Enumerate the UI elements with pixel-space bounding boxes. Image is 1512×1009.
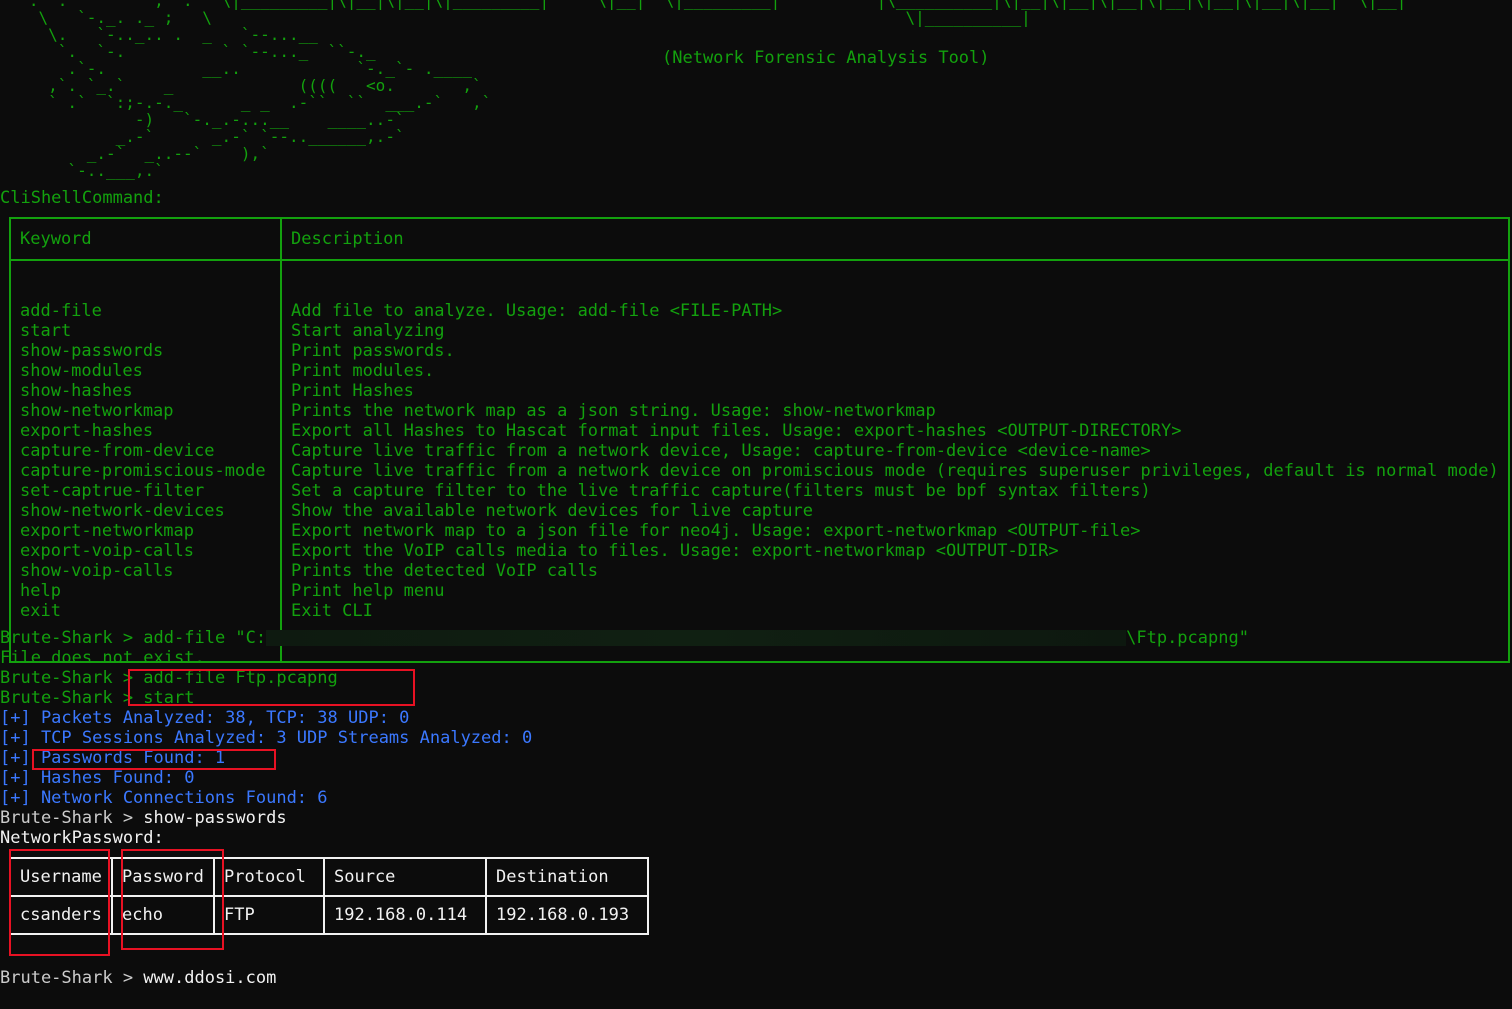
- header-description: Description: [280, 217, 1510, 261]
- stat-line: [+] Packets Analyzed: 38, TCP: 38 UDP: 0: [0, 708, 410, 728]
- command-text: show-passwords: [143, 808, 287, 828]
- header-protocol: Protocol: [213, 857, 325, 897]
- keyword-item: show-hashes: [20, 381, 133, 401]
- keyword-item: show-network-devices: [20, 501, 225, 521]
- description-item: Exit CLI: [291, 601, 373, 621]
- redacted-path: [266, 630, 1127, 646]
- cell-source: 192.168.0.114: [323, 895, 487, 935]
- keyword-item: show-networkmap: [20, 401, 174, 421]
- terminal-line-cmd5[interactable]: Brute-Shark > www.ddosi.com: [0, 968, 276, 988]
- ascii-shark-banner: . . , . \|_________|\|__|\|__|\|________…: [28, 0, 1407, 180]
- description-item: Show the available network devices for l…: [291, 501, 813, 521]
- highlight-box-username: [9, 849, 110, 956]
- description-column: Add file to analyze. Usage: add-file <FI…: [280, 259, 1510, 663]
- keyword-item: export-voip-calls: [20, 541, 194, 561]
- description-item: Capture live traffic from a network devi…: [291, 461, 1499, 481]
- description-item: Export all Hashes to Hascat format input…: [291, 421, 1182, 441]
- description-item: Export the VoIP calls media to files. Us…: [291, 541, 1059, 561]
- prompt: Brute-Shark >: [0, 968, 144, 988]
- highlight-box-password: [121, 849, 224, 950]
- description-item: Print help menu: [291, 581, 445, 601]
- stat-line: [+] Hashes Found: 0: [0, 768, 195, 788]
- keyword-item: export-hashes: [20, 421, 154, 441]
- keyword-item: show-passwords: [20, 341, 164, 361]
- prompt: Brute-Shark >: [0, 628, 144, 648]
- header-keyword: Keyword: [9, 217, 282, 261]
- description-item: Print passwords.: [291, 341, 455, 361]
- command-help-table: Keyword Description add-file start show-pa…: [9, 217, 1510, 663]
- highlight-box-commands: [128, 669, 415, 706]
- description-item: Print Hashes: [291, 381, 414, 401]
- keyword-item: exit: [20, 601, 61, 621]
- header-destination: Destination: [485, 857, 649, 897]
- keyword-item: show-voip-calls: [20, 561, 174, 581]
- tool-subtitle: (Network Forensic Analysis Tool): [662, 48, 990, 68]
- keyword-list: add-file start show-passwords show-modules s…: [20, 301, 271, 621]
- keyword-item: add-file: [20, 301, 102, 321]
- keyword-column: add-file start show-passwords show-modules s…: [9, 259, 282, 663]
- prompt: Brute-Shark >: [0, 668, 144, 688]
- cell-destination: 192.168.0.193: [485, 895, 649, 935]
- table-header-row: Keyword Description: [9, 217, 1510, 261]
- description-item: Export network map to a json file for ne…: [291, 521, 1141, 541]
- command-text: add-file "C:: [143, 628, 267, 648]
- keyword-item: set-captrue-filter: [20, 481, 205, 501]
- keyword-item: start: [20, 321, 72, 341]
- description-item: Add file to analyze. Usage: add-file <FI…: [291, 301, 783, 321]
- description-item: Set a capture filter to the live traffic…: [291, 481, 1151, 501]
- description-item: Print modules.: [291, 361, 435, 381]
- cli-command-title: CliShellCommand:: [0, 188, 164, 208]
- keyword-item: export-networkmap: [20, 521, 194, 541]
- table-body-row: add-file start show-passwords show-modules s…: [9, 259, 1510, 663]
- error-message: File does not exist.: [0, 648, 205, 668]
- command-text: \Ftp.pcapng": [1126, 628, 1249, 648]
- description-item: Start analyzing: [291, 321, 445, 341]
- description-item: Prints the detected VoIP calls: [291, 561, 599, 581]
- highlight-box-passwords-found: [32, 749, 276, 770]
- stat-line: [+] Network Connections Found: 6: [0, 788, 328, 808]
- keyword-item: show-modules: [20, 361, 143, 381]
- prompt: Brute-Shark >: [0, 688, 144, 708]
- stat-line: [+] TCP Sessions Analyzed: 3 UDP Streams…: [0, 728, 533, 748]
- description-item: Prints the network map as a json string.…: [291, 401, 936, 421]
- header-source: Source: [323, 857, 487, 897]
- terminal-line-cmd1: Brute-Shark > add-file "C: \Ftp.pcapng": [0, 628, 1249, 648]
- prompt: Brute-Shark >: [0, 808, 144, 828]
- cell-protocol: FTP: [213, 895, 325, 935]
- keyword-item: capture-promiscious-mode: [20, 461, 266, 481]
- description-list: Add file to analyze. Usage: add-file <FI…: [291, 301, 1499, 621]
- terminal-line-cmd4: Brute-Shark > show-passwords: [0, 808, 287, 828]
- command-input-text[interactable]: www.ddosi.com: [143, 968, 276, 988]
- keyword-item: capture-from-device: [20, 441, 215, 461]
- keyword-item: help: [20, 581, 61, 601]
- description-item: Capture live traffic from a network devi…: [291, 441, 1151, 461]
- password-table-title: NetworkPassword:: [0, 828, 164, 848]
